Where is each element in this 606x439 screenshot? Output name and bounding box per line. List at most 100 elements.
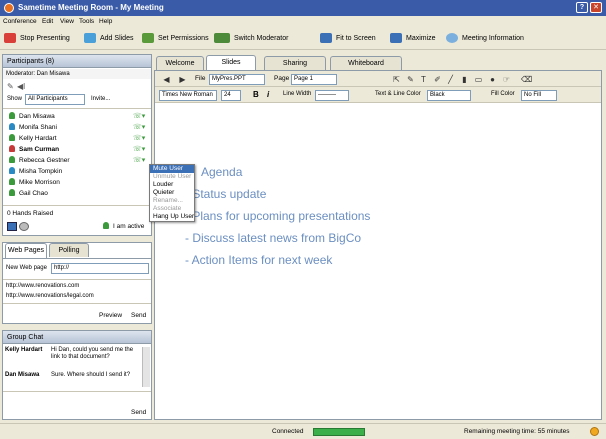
maximize-icon (390, 33, 402, 44)
fill-color-label: Fill Color (491, 91, 515, 97)
pointer-tool-icon[interactable]: ✎ (7, 82, 14, 91)
line-tool-icon[interactable]: ╱ (445, 74, 456, 85)
main-area: Welcome Slides Sharing Whiteboard ◀ ▶ Fi… (154, 54, 604, 421)
menu-tools[interactable]: Tools (79, 18, 94, 25)
menu-item-hang-up-user[interactable]: Hang Up User (150, 213, 194, 221)
emoticon-icon[interactable] (19, 222, 29, 231)
tab-slides[interactable]: Slides (206, 55, 256, 70)
file-select[interactable]: MyPres.PPT (209, 74, 265, 85)
participant-row[interactable]: Sam Curman (9, 145, 59, 154)
text-tool-icon[interactable]: T (418, 74, 429, 85)
page-select[interactable]: Page 1 (291, 74, 337, 85)
person-icon (9, 189, 15, 196)
participant-row[interactable]: Misha Tompkin (9, 167, 62, 176)
tab-whiteboard[interactable]: Whiteboard (330, 56, 402, 70)
slide-nav-toolbar: ◀ ▶ File MyPres.PPT Page Page 1 ⇱ ✎ T ✐ … (155, 71, 601, 87)
participant-row[interactable]: Mike Morrison (9, 178, 60, 187)
moderator-label: Moderator: Dan Misawa (3, 69, 151, 79)
next-page-icon[interactable]: ▶ (177, 74, 188, 85)
switch-moderator-button[interactable]: Switch Moderator (214, 32, 288, 46)
font-select[interactable]: Times New Roman (159, 90, 217, 101)
select-tool-icon[interactable]: ⇱ (391, 74, 402, 85)
menu-help[interactable]: Help (99, 18, 112, 25)
menu-edit[interactable]: Edit (42, 18, 53, 25)
menu-conference[interactable]: Conference (3, 18, 37, 25)
menu-item-unmute-user: Unmute User (153, 173, 192, 180)
meeting-information-button[interactable]: Meeting Information (446, 32, 524, 46)
invite-button[interactable]: Invite... (91, 96, 110, 102)
tab-web-pages[interactable]: Web Pages (5, 243, 47, 258)
slide-bullet: - Status update (185, 187, 267, 201)
help-icon[interactable]: ? (576, 2, 588, 13)
participant-row[interactable]: Dan Misawa (9, 112, 55, 121)
page-label: Page (274, 75, 290, 82)
chat-sender: Kelly Hardart (5, 347, 43, 353)
highlighter-tool-icon[interactable]: ✐ (432, 74, 443, 85)
phone-icon[interactable]: ☏▾ (133, 145, 145, 153)
italic-button[interactable]: i (267, 90, 269, 99)
font-size-select[interactable]: 24 (221, 90, 241, 101)
person-icon (9, 145, 15, 152)
url-input[interactable]: http:// (51, 263, 149, 274)
menu-item-louder[interactable]: Louder (150, 181, 194, 189)
web-send-button[interactable]: Send (131, 312, 146, 319)
maximize-button[interactable]: Maximize (390, 32, 436, 46)
person-icon (9, 123, 15, 130)
add-slides-button[interactable]: Add Slides (84, 32, 133, 46)
raise-hand-icon[interactable] (7, 222, 17, 231)
tab-sharing[interactable]: Sharing (264, 56, 326, 70)
tab-welcome[interactable]: Welcome (156, 56, 204, 70)
fill-color-select[interactable]: No Fill (521, 90, 557, 101)
tab-polling[interactable]: Polling (49, 243, 89, 257)
participant-row[interactable]: Kelly Hardart (9, 134, 57, 143)
rectangle-tool-icon[interactable]: ▭ (473, 74, 484, 85)
person-icon (9, 167, 15, 174)
hands-raised-label: 0 Hands Raised (7, 210, 54, 217)
marker-tool-icon[interactable]: ▮ (459, 74, 470, 85)
chat-scrollbar[interactable] (142, 347, 150, 387)
slide-canvas[interactable]: Agenda - Status update - Plans for upcom… (155, 103, 601, 419)
line-width-select[interactable]: ——— (315, 90, 349, 101)
group-chat-header: Group Chat (3, 331, 151, 344)
close-icon[interactable]: ✕ (590, 2, 602, 13)
menu-item-quieter[interactable]: Quieter (150, 189, 194, 197)
bold-button[interactable]: B (253, 90, 259, 99)
speaker-icon[interactable]: ◀ǀ (17, 82, 25, 91)
participants-header: Participants (8) (3, 55, 151, 68)
chat-send-button[interactable]: Send (131, 409, 146, 416)
pencil-tool-icon[interactable]: ✎ (405, 74, 416, 85)
prev-page-icon[interactable]: ◀ (161, 74, 172, 85)
fit-to-screen-icon (320, 33, 332, 44)
add-slides-icon (84, 33, 96, 44)
phone-icon[interactable]: ☏▾ (133, 134, 145, 142)
link-item[interactable]: http://www.renovations.com (6, 282, 79, 291)
meeting-information-icon (446, 33, 458, 44)
participant-row[interactable]: Gail Chao (9, 189, 48, 198)
link-item[interactable]: http://www.renovations/legal.com (6, 292, 94, 301)
text-line-color-select[interactable]: Black (427, 90, 471, 101)
stamp-tool-icon[interactable]: ☞ (501, 74, 512, 85)
show-filter-select[interactable]: All Participants (25, 94, 85, 105)
fit-to-screen-button[interactable]: Fit to Screen (320, 32, 376, 46)
phone-icon[interactable]: ☏▾ (133, 112, 145, 120)
timer-icon (590, 427, 599, 436)
remaining-time: Remaining meeting time: 55 minutes (464, 428, 570, 435)
participants-panel: Participants (8) Moderator: Dan Misawa ✎… (2, 54, 152, 236)
sametime-logo-icon (4, 3, 14, 13)
set-permissions-button[interactable]: Set Permissions (142, 32, 209, 46)
menu-item-mute-user[interactable]: Mute User (150, 165, 194, 173)
person-icon (9, 134, 15, 141)
participant-row[interactable]: Monifa Shani (9, 123, 57, 132)
participant-row[interactable]: Rebecca Gestner (9, 156, 70, 165)
phone-icon[interactable]: ☏▾ (133, 123, 145, 131)
tab-divider (3, 258, 151, 259)
eraser-tool-icon[interactable]: ⌫ (521, 74, 532, 85)
divider (3, 303, 151, 304)
phone-icon[interactable]: ☏▾ (133, 156, 145, 164)
ellipse-tool-icon[interactable]: ● (487, 74, 498, 85)
show-label: Show (7, 96, 23, 102)
menu-view[interactable]: View (60, 18, 74, 25)
stop-presenting-button[interactable]: Stop Presenting (4, 32, 70, 46)
switch-moderator-icon (214, 33, 230, 44)
preview-button[interactable]: Preview (99, 312, 122, 319)
